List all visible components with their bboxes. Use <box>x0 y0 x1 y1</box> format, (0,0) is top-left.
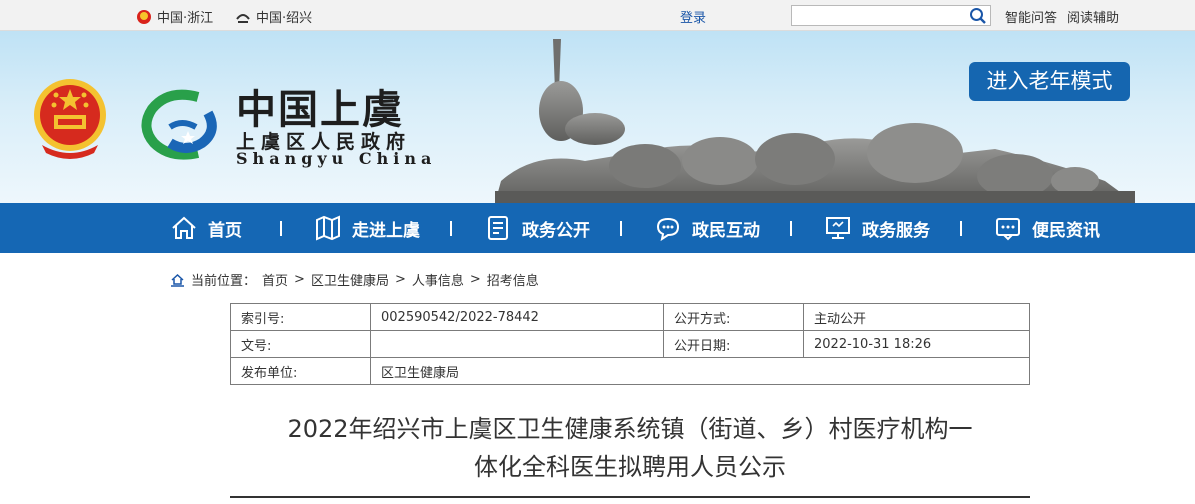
top-bar: 中国·浙江 中国·绍兴 登录 智能问答 阅读辅助 <box>0 0 1195 31</box>
nav-services-label: 政务服务 <box>862 220 930 241</box>
breadcrumb-item[interactable]: 人事信息 <box>412 270 464 289</box>
nav-separator <box>280 221 282 236</box>
nav-about-label: 走进上虞 <box>352 220 420 241</box>
doc-no-label: 文号: <box>230 330 371 358</box>
zhejiang-link-label: 中国·浙江 <box>157 11 214 26</box>
nav-item-convenience[interactable]: 便民资讯 <box>994 203 1100 253</box>
reading-aid-link[interactable]: 阅读辅助 <box>1067 7 1119 26</box>
breadcrumb-prefix: 当前位置： <box>191 274 257 289</box>
article-title-line: 2022年绍兴市上虞区卫生健康系统镇（街道、乡）村医疗机构一 <box>287 415 973 443</box>
breadcrumb-item[interactable]: 招考信息 <box>487 270 539 289</box>
nav-item-gov-info[interactable]: 政务公开 <box>484 203 590 253</box>
chat-icon <box>656 217 680 242</box>
nav-convenience-label: 便民资讯 <box>1032 220 1100 241</box>
nav-home-label: 首页 <box>208 220 242 241</box>
national-emblem-icon <box>34 79 106 159</box>
breadcrumb-item[interactable]: 首页 <box>262 270 288 289</box>
shangyu-logo-icon <box>141 89 217 160</box>
monitor-icon <box>826 217 850 239</box>
zhejiang-emblem-icon <box>137 9 151 24</box>
shaoxing-link[interactable]: 中国·绍兴 <box>235 7 312 26</box>
message-icon <box>996 218 1020 241</box>
main-nav: 首页 走进上虞 政务公开 政民互动 政务服务 便民资讯 <box>0 203 1195 253</box>
table-row: 发布单位: 区卫生健康局 <box>230 357 1030 385</box>
document-meta-table: 索引号: 002590542/2022-78442 公开方式: 主动公开 文号:… <box>230 303 1030 385</box>
article-title: 2022年绍兴市上虞区卫生健康系统镇（街道、乡）村医疗机构一 体化全科医生拟聘用… <box>230 410 1030 486</box>
doc-no-value <box>370 330 664 358</box>
header-banner: 中国上虞 上虞区人民政府 Shangyu China 进入老年模式 <box>0 31 1195 203</box>
index-value: 002590542/2022-78442 <box>370 303 664 331</box>
breadcrumb-separator: > <box>394 272 406 287</box>
open-date-label: 公开日期: <box>663 330 804 358</box>
zhejiang-link[interactable]: 中国·浙江 <box>136 7 213 26</box>
map-icon <box>316 215 340 241</box>
document-icon <box>488 216 508 240</box>
shaoxing-link-label: 中国·绍兴 <box>256 11 313 26</box>
elder-mode-button[interactable]: 进入老年模式 <box>969 62 1130 101</box>
table-row: 文号: 公开日期: 2022-10-31 18:26 <box>230 330 1030 358</box>
search-input[interactable] <box>792 6 962 25</box>
breadcrumb: 当前位置： 首页 > 区卫生健康局 > 人事信息 > 招考信息 <box>170 270 539 289</box>
home-icon <box>172 216 196 239</box>
open-mode-value: 主动公开 <box>803 303 1030 331</box>
nav-separator <box>790 221 792 236</box>
nav-separator <box>960 221 962 236</box>
nav-separator <box>450 221 452 236</box>
article-title-line: 体化全科医生拟聘用人员公示 <box>474 453 786 481</box>
nav-interaction-label: 政民互动 <box>692 220 760 241</box>
open-date-value: 2022-10-31 18:26 <box>803 330 1030 358</box>
nav-separator <box>620 221 622 236</box>
publisher-label: 发布单位: <box>230 357 371 385</box>
breadcrumb-separator: > <box>294 272 305 287</box>
nav-item-services[interactable]: 政务服务 <box>824 203 930 253</box>
shaoxing-logo-icon <box>236 13 250 23</box>
elephant-statue-image <box>495 39 1135 203</box>
search-icon[interactable] <box>969 7 987 25</box>
search-box <box>791 5 991 26</box>
nav-gov-info-label: 政务公开 <box>522 220 590 241</box>
location-home-icon <box>171 273 184 287</box>
breadcrumb-item[interactable]: 区卫生健康局 <box>311 270 389 289</box>
login-link[interactable]: 登录 <box>680 7 706 26</box>
index-label: 索引号: <box>230 303 371 331</box>
site-english-name: Shangyu China <box>236 149 437 168</box>
nav-item-home[interactable]: 首页 <box>170 203 242 253</box>
table-row: 索引号: 002590542/2022-78442 公开方式: 主动公开 <box>230 303 1030 331</box>
nav-item-about[interactable]: 走进上虞 <box>314 203 420 253</box>
publisher-value: 区卫生健康局 <box>370 357 1030 385</box>
title-divider <box>230 496 1030 498</box>
nav-item-interaction[interactable]: 政民互动 <box>654 203 760 253</box>
smart-qa-link[interactable]: 智能问答 <box>1005 7 1057 26</box>
open-mode-label: 公开方式: <box>663 303 804 331</box>
breadcrumb-separator: > <box>469 272 481 287</box>
